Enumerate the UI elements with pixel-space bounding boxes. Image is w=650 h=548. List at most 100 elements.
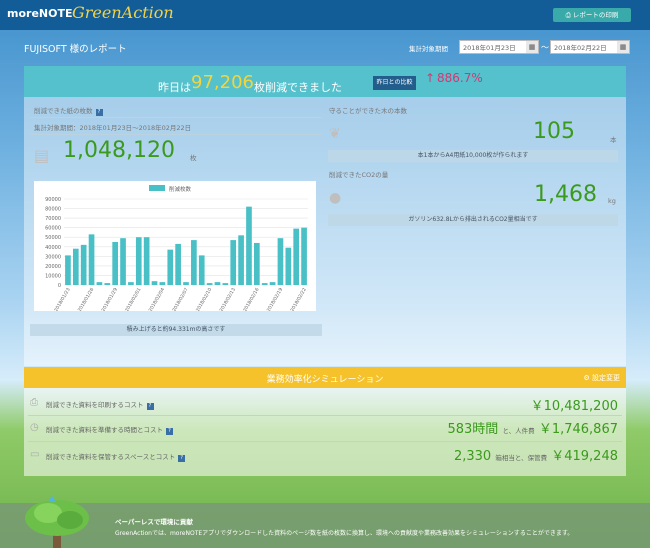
- x-tick-label: 2018/01/26: [77, 287, 95, 311]
- divider: [30, 117, 322, 118]
- footer-description: GreenActionでは、moreNOTEアプリでダウンロードした資料のページ…: [115, 530, 574, 537]
- height-note: 積み上げると約94.331mの高さです: [30, 324, 322, 336]
- brand-logo: moreNOTE: [7, 7, 73, 20]
- bar-2018/02/14: [238, 235, 244, 285]
- bar-2018/01/31: [128, 282, 134, 285]
- bar-2018/02/06: [175, 243, 181, 285]
- leaf-icon: ❦: [329, 126, 341, 142]
- y-tick-label: 80000: [45, 207, 61, 213]
- simulation-header: 業務効率化シミュレーション ⚙ 設定変更: [24, 367, 626, 388]
- bar-2018/01/29: [112, 242, 118, 285]
- calendar-icon[interactable]: ▦: [526, 41, 538, 53]
- report-panel: 昨日は97,206枚削減できました 昨日との比較 ↑ 886.7% 削減できた紙…: [24, 66, 626, 366]
- bar-2018/01/30: [120, 238, 126, 285]
- x-tick-label: 2018/02/01: [124, 287, 142, 311]
- trees-unit: 本: [610, 136, 617, 144]
- x-tick-label: 2018/02/07: [171, 287, 189, 311]
- storage-mid-text: 箱相当と、保管費: [495, 454, 548, 462]
- bar-2018/02/13: [230, 240, 237, 285]
- co2-label: 削減できたCO2の量: [329, 171, 389, 179]
- y-tick-label: 30000: [45, 254, 61, 260]
- bar-2018/02/05: [167, 249, 174, 285]
- date-from-input[interactable]: 2018年01月23日 ▦: [459, 40, 539, 54]
- bar-2018/01/27: [96, 282, 103, 285]
- x-tick-label: 2018/02/19: [266, 287, 284, 311]
- bar-2018/02/04: [159, 282, 166, 285]
- bar-2018/02/16: [254, 242, 260, 285]
- bar-2018/01/26: [88, 234, 95, 285]
- x-tick-label: 2018/02/13: [219, 287, 237, 311]
- bar-2018/02/10: [206, 283, 213, 285]
- x-tick-label: 2018/02/04: [148, 287, 166, 311]
- trees-value: 105: [533, 119, 575, 144]
- y-tick-label: 90000: [45, 197, 61, 203]
- bar-2018/02/20: [285, 247, 292, 285]
- top-bar: moreNOTE GreenAction ⎙ レポートの印刷: [0, 0, 650, 30]
- y-tick-label: 10000: [45, 273, 61, 279]
- bar-2018/02/17: [261, 283, 268, 285]
- paper-total-value: 1,048,120: [63, 138, 175, 163]
- print-report-button[interactable]: ⎙ レポートの印刷: [553, 8, 631, 22]
- arrow-up-icon: ↑: [425, 71, 436, 85]
- printer-icon: ⎙: [30, 397, 38, 408]
- sim-row-storage: ▭ 削減できた資料を保管するスペースとコスト? 2,330 箱相当と、保管費 ￥…: [30, 449, 618, 464]
- question-icon[interactable]: ?: [166, 428, 173, 435]
- settings-button[interactable]: ⚙ 設定変更: [583, 373, 620, 383]
- question-icon[interactable]: ?: [95, 109, 103, 116]
- report-title: FUJISOFT 様のレポート: [24, 44, 127, 55]
- period-text: 集計対象期間：2018年01月23日～2018年02月22日: [34, 124, 192, 132]
- bar-2018/01/24: [72, 248, 79, 285]
- simulation-panel: ⎙ 削減できた資料を印刷するコスト? ￥10,481,200 ◷ 削減できた資料…: [24, 388, 626, 476]
- co2-unit: kg: [608, 197, 616, 205]
- x-tick-label: 2018/01/29: [100, 287, 118, 311]
- bar-2018/01/23: [65, 255, 71, 285]
- paper-unit: 枚: [190, 154, 197, 162]
- box-icon: ▭: [30, 449, 40, 460]
- print-icon: ⎙: [565, 11, 573, 19]
- bulb-icon: ●: [329, 190, 342, 206]
- bar-2018/02/18: [269, 282, 276, 285]
- date-separator: ～: [541, 43, 549, 52]
- bar-2018/02/21: [293, 228, 300, 285]
- brand-greenaction-logo: GreenAction: [72, 3, 174, 22]
- bar-2018/02/02: [143, 237, 150, 285]
- document-icon: ▤: [34, 146, 50, 165]
- date-to-input[interactable]: 2018年02月22日 ▦: [550, 40, 630, 54]
- prepare-mid-text: と、人件費: [502, 427, 535, 435]
- storage-boxes-value: 2,330: [453, 449, 492, 464]
- bar-2018/02/11: [214, 282, 221, 285]
- compare-percent: 886.7%: [437, 71, 483, 85]
- y-tick-label: 20000: [45, 264, 61, 270]
- bar-2018/01/25: [80, 244, 87, 285]
- bar-2018/02/22: [301, 227, 307, 285]
- headline-suffix: 枚削減できました: [253, 81, 342, 94]
- simulation-title: 業務効率化シミュレーション: [266, 375, 384, 385]
- gear-icon: ⚙: [583, 374, 590, 382]
- period-label: 集計対象期間: [409, 45, 448, 53]
- prepare-hours-value: 583時間: [447, 422, 499, 437]
- headline-banner: 昨日は97,206枚削減できました 昨日との比較 ↑ 886.7%: [24, 66, 626, 97]
- bar-2018/02/12: [222, 283, 229, 285]
- y-tick-label: 40000: [45, 245, 61, 251]
- compare-badge: 昨日との比較: [373, 76, 416, 90]
- reduction-chart: 削減枚数 0 10000 20000 30000 40000 50000 60000 70000…: [34, 181, 316, 313]
- question-icon[interactable]: ?: [178, 455, 186, 462]
- question-icon[interactable]: ?: [146, 403, 154, 410]
- divider: [30, 134, 322, 135]
- bar-2018/02/09: [198, 255, 205, 285]
- bar-2018/02/03: [151, 281, 158, 285]
- divider: [28, 415, 622, 416]
- legend-swatch: [149, 185, 165, 191]
- bar-2018/02/15: [246, 206, 252, 285]
- footer-title: ペーパーレスで環境に貢献: [115, 518, 193, 526]
- tree-icon: [25, 496, 89, 548]
- bar-2018/02/19: [277, 238, 284, 285]
- y-tick-label: 50000: [45, 235, 61, 241]
- trees-label: 守ることができた木の本数: [329, 107, 407, 115]
- co2-note: ガソリン632.8Lから排出されるCO2量相当です: [328, 214, 618, 226]
- co2-value: 1,468: [534, 182, 597, 207]
- sim-row-print: ⎙ 削減できた資料を印刷するコスト? ￥10,481,200: [30, 397, 618, 414]
- calendar-icon[interactable]: ▦: [617, 41, 629, 53]
- prepare-cost-value: ￥1,746,867: [538, 422, 618, 437]
- bar-chart-svg: 削減枚数 0 10000 20000 30000 40000 50000 60000 70000…: [45, 185, 308, 313]
